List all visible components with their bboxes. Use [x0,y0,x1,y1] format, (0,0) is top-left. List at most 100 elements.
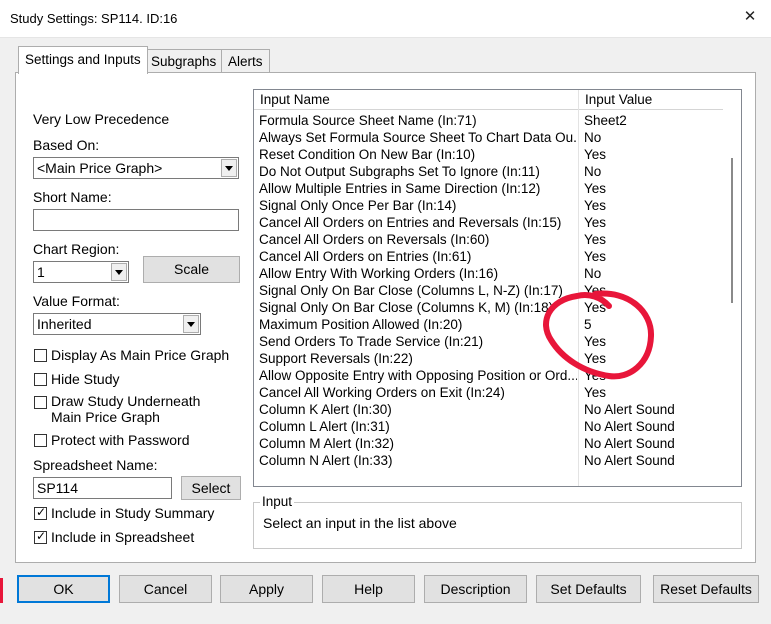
input-name-cell[interactable]: Cancel All Working Orders on Exit (In:24… [259,384,577,401]
table-row[interactable]: Allow Entry With Working Orders (In:16) N… [254,265,724,282]
tab-alerts[interactable]: Alerts [221,49,270,73]
input-name-cell[interactable]: Cancel All Orders on Entries and Reversa… [259,214,577,231]
protect-with-password-label: Protect with Password [51,432,190,448]
table-row[interactable]: Cancel All Working Orders on Exit (In:24… [254,384,724,401]
input-value-cell[interactable]: Yes [584,214,724,231]
value-format-label: Value Format: [33,293,120,309]
input-name-cell[interactable]: Cancel All Orders on Reversals (In:60) [259,231,577,248]
table-row[interactable]: Column L Alert (In:31) No Alert Sound [254,418,724,435]
input-value-cell[interactable]: No Alert Sound [584,452,724,469]
scale-button[interactable]: Scale [143,256,240,283]
input-name-cell[interactable]: Signal Only On Bar Close (Columns K, M) … [259,299,577,316]
input-name-cell[interactable]: Column K Alert (In:30) [259,401,577,418]
inputs-table[interactable]: Input Name Input Value Formula Source Sh… [253,89,742,487]
input-name-cell[interactable]: Support Reversals (In:22) [259,350,577,367]
reset-defaults-button[interactable]: Reset Defaults [653,575,759,603]
input-value-cell[interactable]: Yes [584,231,724,248]
table-row[interactable]: Column K Alert (In:30) No Alert Sound [254,401,724,418]
input-name-cell[interactable]: Cancel All Orders on Entries (In:61) [259,248,577,265]
short-name-input[interactable] [33,209,239,231]
table-row[interactable]: Always Set Formula Source Sheet To Chart… [254,129,724,146]
draw-underneath-checkbox[interactable] [34,396,47,409]
window-title: Study Settings: SP114. ID:16 [10,11,178,26]
input-value-cell[interactable]: No [584,163,724,180]
input-name-cell[interactable]: Reset Condition On New Bar (In:10) [259,146,577,163]
input-name-cell[interactable]: Allow Multiple Entries in Same Direction… [259,180,577,197]
input-name-cell[interactable]: Column N Alert (In:33) [259,452,577,469]
hide-study-checkbox[interactable] [34,373,47,386]
input-group-legend: Input [260,494,295,509]
chevron-down-icon [111,263,127,281]
spreadsheet-name-label: Spreadsheet Name: [33,457,158,473]
input-name-cell[interactable]: Formula Source Sheet Name (In:71) [259,112,577,129]
tab-subgraphs[interactable]: Subgraphs [144,49,224,73]
input-value-cell[interactable]: No Alert Sound [584,435,724,452]
input-name-cell[interactable]: Do Not Output Subgraphs Set To Ignore (I… [259,163,577,180]
include-in-spreadsheet-checkbox[interactable] [34,529,47,544]
input-description-text: Select an input in the list above [263,515,457,531]
input-name-cell[interactable]: Column L Alert (In:31) [259,418,577,435]
input-name-cell[interactable]: Allow Entry With Working Orders (In:16) [259,265,577,282]
input-name-cell[interactable]: Send Orders To Trade Service (In:21) [259,333,577,350]
based-on-label: Based On: [33,137,100,153]
table-row[interactable]: Reset Condition On New Bar (In:10) Yes [254,146,724,163]
value-format-dropdown[interactable]: Inherited [33,313,201,335]
draw-underneath-label: Draw Study Underneath [51,393,201,409]
scrollbar-thumb[interactable] [731,158,733,303]
table-row[interactable]: Cancel All Orders on Reversals (In:60) Ye… [254,231,724,248]
include-in-study-summary-checkbox[interactable] [34,505,47,520]
tab-settings-and-inputs[interactable]: Settings and Inputs [18,46,148,74]
background-edge-mark [0,578,3,603]
draw-underneath-label-line2: Main Price Graph [51,409,160,425]
table-row[interactable]: Column N Alert (In:33) No Alert Sound [254,452,724,469]
input-value-cell[interactable]: No Alert Sound [584,418,724,435]
input-value-cell[interactable]: No Alert Sound [584,401,724,418]
chart-region-dropdown[interactable]: 1 [33,261,129,283]
close-icon[interactable]: ✕ [739,6,761,28]
protect-with-password-checkbox[interactable] [34,434,47,447]
column-header-input-name[interactable]: Input Name [254,90,579,110]
spreadsheet-name-input[interactable]: SP114 [33,477,172,499]
help-button[interactable]: Help [322,575,415,603]
table-row[interactable]: Column M Alert (In:32) No Alert Sound [254,435,724,452]
table-header: Input Name Input Value [254,90,724,110]
input-name-cell[interactable]: Maximum Position Allowed (In:20) [259,316,577,333]
column-header-input-value[interactable]: Input Value [579,90,724,110]
input-value-cell[interactable]: Yes [584,248,724,265]
input-name-cell[interactable]: Always Set Formula Source Sheet To Chart… [259,129,577,146]
table-row[interactable]: Cancel All Orders on Entries and Reversa… [254,214,724,231]
input-name-cell[interactable]: Allow Opposite Entry with Opposing Posit… [259,367,577,384]
input-value-cell[interactable]: Sheet2 [584,112,724,129]
description-button[interactable]: Description [424,575,527,603]
chevron-down-icon [183,315,199,333]
display-as-main-price-graph-checkbox[interactable] [34,349,47,362]
apply-button[interactable]: Apply [220,575,313,603]
input-value-cell[interactable]: Yes [584,197,724,214]
set-defaults-button[interactable]: Set Defaults [536,575,641,603]
include-in-spreadsheet-label: Include in Spreadsheet [51,529,195,545]
table-row[interactable]: Do Not Output Subgraphs Set To Ignore (I… [254,163,724,180]
input-name-cell[interactable]: Signal Only On Bar Close (Columns L, N-Z… [259,282,577,299]
chevron-down-icon [221,159,237,177]
hide-study-label: Hide Study [51,371,120,387]
table-row[interactable]: Signal Only Once Per Bar (In:14) Yes [254,197,724,214]
table-row[interactable]: Cancel All Orders on Entries (In:61) Yes [254,248,724,265]
input-value-cell[interactable]: No [584,265,724,282]
input-value-cell[interactable]: Yes [584,180,724,197]
input-value-cell[interactable]: No [584,129,724,146]
select-button[interactable]: Select [181,476,241,500]
cancel-button[interactable]: Cancel [119,575,212,603]
input-name-cell[interactable]: Column M Alert (In:32) [259,435,577,452]
input-name-cell[interactable]: Signal Only Once Per Bar (In:14) [259,197,577,214]
table-row[interactable]: Formula Source Sheet Name (In:71) Sheet2 [254,112,724,129]
input-value-cell[interactable]: Yes [584,146,724,163]
input-value-cell[interactable]: Yes [584,384,724,401]
table-row[interactable]: Allow Multiple Entries in Same Direction… [254,180,724,197]
precedence-label: Very Low Precedence [33,111,170,127]
include-in-study-summary-label: Include in Study Summary [51,505,215,521]
based-on-dropdown[interactable]: <Main Price Graph> [33,157,239,179]
chart-region-value: 1 [37,264,45,280]
input-description-group: Input Select an input in the list above [253,494,742,549]
vertical-scrollbar[interactable] [723,90,741,486]
ok-button[interactable]: OK [17,575,110,603]
